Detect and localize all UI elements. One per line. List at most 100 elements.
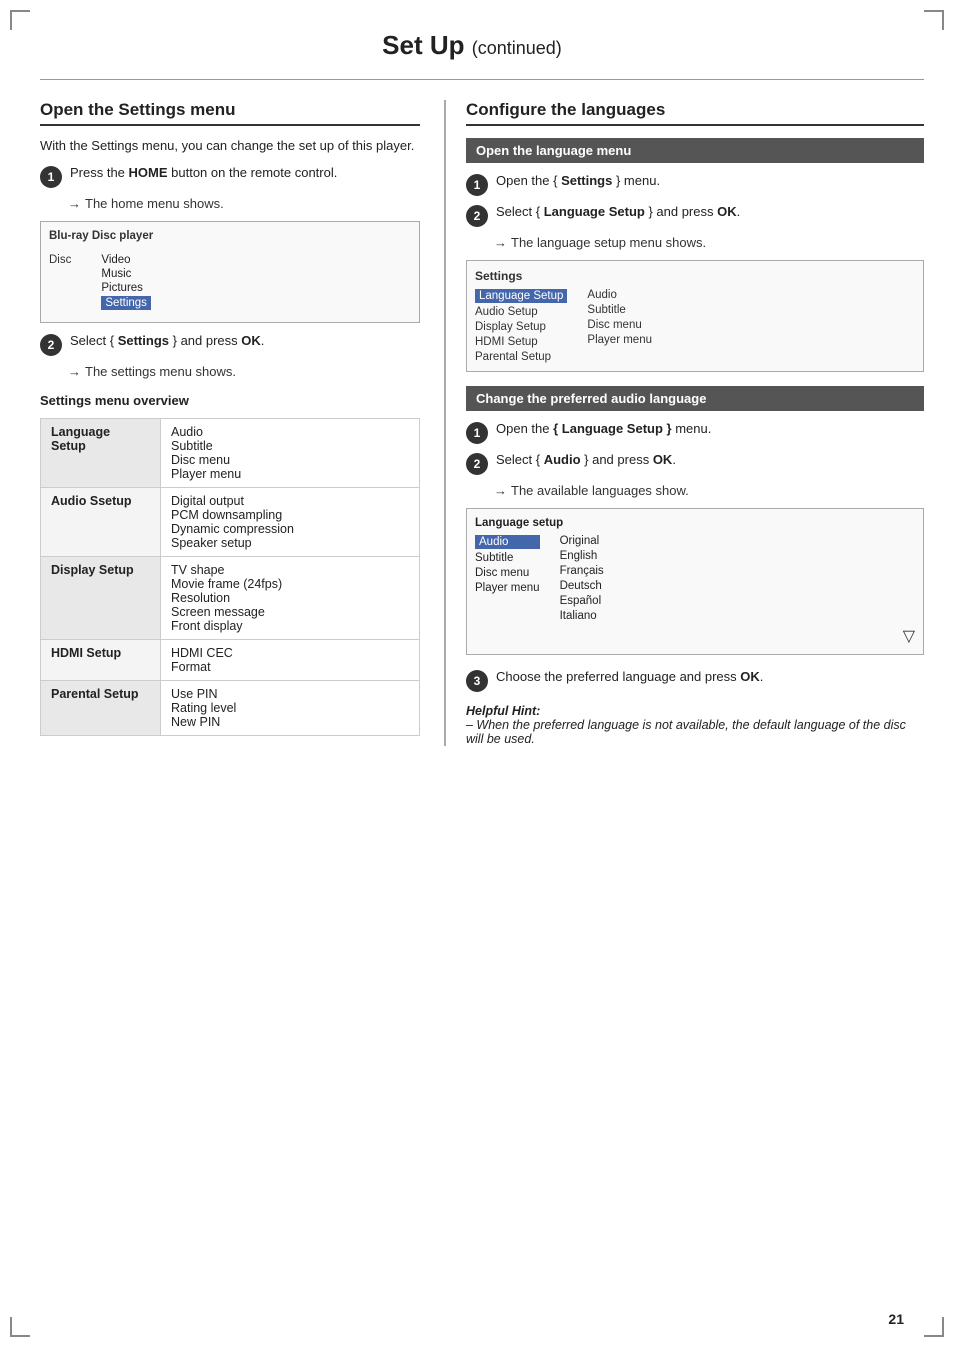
page-container: Set Up (continued) English Open the Sett… [0,0,954,1347]
step-2-result: The settings menu shows. [68,364,420,379]
settings-label: Settings [118,333,169,348]
ok-label-r: OK [717,204,737,219]
table-cell-label: Display Setup [41,557,161,640]
audio-step-1-number: 1 [466,422,488,444]
right-step-1-number: 1 [466,174,488,196]
audio-step-3: 3 Choose the preferred language and pres… [466,669,924,692]
subsection1-heading: Open the language menu [466,138,924,163]
lang-italiano: Italiano [560,610,604,622]
table-cell-label: HDMI Setup [41,640,161,681]
audio-step-1-content: Open the { Language Setup } menu. [496,421,924,436]
right-step-1-content: Open the { Settings } menu. [496,173,924,188]
subsection2-heading: Change the preferred audio language [466,386,924,411]
bluray-title: Blu-ray Disc player [49,230,411,242]
top-right-corner [924,10,944,30]
lang-setup-title: Language setup [475,517,915,529]
language-setup-label-2: { Language Setup } [553,421,671,436]
table-cell-value: Use PINRating levelNew PIN [161,681,420,736]
table-row: HDMI Setup HDMI CECFormat [41,640,420,681]
top-divider [40,79,924,80]
table-cell-label: Audio Ssetup [41,488,161,557]
settings-label-r1: Settings [561,173,612,188]
settings-menu-right: Audio Subtitle Disc menu Player menu [587,289,652,363]
audio-step-2-number: 2 [466,453,488,475]
settings-menu-audio: Audio [587,289,652,301]
settings-menu-item-parental: Parental Setup [475,351,567,363]
lang-setup-left: Audio Subtitle Disc menu Player menu [475,535,540,622]
settings-menu-body: Language Setup Audio Setup Display Setup… [475,289,915,363]
bluray-right-items: Video Music Pictures Settings [101,254,151,310]
top-left-corner [10,10,30,30]
lang-setup-right: Original English Français Deutsch Españo… [560,535,604,622]
page-title: Set Up (continued) [40,30,924,61]
left-intro: With the Settings menu, you can change t… [40,138,420,153]
bluray-disc-item: Disc [49,254,71,310]
table-cell-label: Parental Setup [41,681,161,736]
page-number: 21 [888,1311,904,1327]
subsection2-heading-text: Change the preferred audio language [476,391,706,406]
table-cell-value: AudioSubtitleDisc menuPlayer menu [161,419,420,488]
bluray-screenshot: Blu-ray Disc player Disc Video Music Pic… [40,221,420,323]
lang-item-subtitle: Subtitle [475,552,540,564]
table-cell-value: Digital outputPCM downsamplingDynamic co… [161,488,420,557]
bluray-pictures: Pictures [101,282,151,294]
step-2-content: Select { Settings } and press OK. [70,333,420,348]
lang-francais: Français [560,565,604,577]
bluray-music: Music [101,268,151,280]
two-column-layout: Open the Settings menu With the Settings… [40,100,924,746]
lang-setup-body: Audio Subtitle Disc menu Player menu Ori… [475,535,915,622]
bluray-video: Video [101,254,151,266]
right-step-2: 2 Select { Language Setup } and press OK… [466,204,924,227]
step-1-result: The home menu shows. [68,196,420,211]
right-step-2-result: The language setup menu shows. [494,235,924,250]
bottom-right-corner [924,1317,944,1337]
right-step-1: 1 Open the { Settings } menu. [466,173,924,196]
helpful-hint-title: Helpful Hint: [466,704,924,718]
settings-menu-item-audio: Audio Setup [475,306,567,318]
audio-step-2-result: The available languages show. [494,483,924,498]
lang-english: English [560,550,604,562]
lang-item-audio: Audio [475,535,540,549]
table-cell-value: HDMI CECFormat [161,640,420,681]
home-button-label: HOME [129,165,168,180]
right-step-2-number: 2 [466,205,488,227]
audio-step-2: 2 Select { Audio } and press OK. [466,452,924,475]
audio-step-2-content: Select { Audio } and press OK. [496,452,924,467]
dropdown-arrow: ▽ [475,626,915,646]
language-setup-screenshot: Language setup Audio Subtitle Disc menu … [466,508,924,655]
helpful-hint: Helpful Hint: – When the preferred langu… [466,704,924,746]
step-2: 2 Select { Settings } and press OK. [40,333,420,356]
lang-espanol: Español [560,595,604,607]
audio-step-1: 1 Open the { Language Setup } menu. [466,421,924,444]
right-column: Configure the languages Open the languag… [444,100,924,746]
settings-menu-title: Settings [475,269,915,283]
audio-step-3-content: Choose the preferred language and press … [496,669,924,684]
settings-menu-left: Language Setup Audio Setup Display Setup… [475,289,567,363]
settings-table-body: LanguageSetup AudioSubtitleDisc menuPlay… [41,419,420,736]
title-main: Set Up [382,30,464,60]
table-row: Audio Ssetup Digital outputPCM downsampl… [41,488,420,557]
title-continued: (continued) [472,38,562,58]
right-section-heading: Configure the languages [466,100,924,126]
bottom-left-corner [10,1317,30,1337]
lang-deutsch: Deutsch [560,580,604,592]
settings-menu-item-hdmi: HDMI Setup [475,336,567,348]
lang-original: Original [560,535,604,547]
step-1-content: Press the HOME button on the remote cont… [70,165,420,180]
left-section-heading: Open the Settings menu [40,100,420,126]
ok-label-3: OK [740,669,760,684]
settings-menu-disc: Disc menu [587,319,652,331]
table-row: Display Setup TV shapeMovie frame (24fps… [41,557,420,640]
table-row: LanguageSetup AudioSubtitleDisc menuPlay… [41,419,420,488]
settings-menu-subtitle: Subtitle [587,304,652,316]
audio-step-3-number: 3 [466,670,488,692]
lang-item-disc: Disc menu [475,567,540,579]
step-1: 1 Press the HOME button on the remote co… [40,165,420,188]
table-cell-label: LanguageSetup [41,419,161,488]
lang-item-player: Player menu [475,582,540,594]
settings-menu-screenshot: Settings Language Setup Audio Setup Disp… [466,260,924,372]
step-2-number: 2 [40,334,62,356]
bluray-settings: Settings [101,296,151,310]
table-row: Parental Setup Use PINRating levelNew PI… [41,681,420,736]
settings-overview-heading: Settings menu overview [40,393,420,408]
